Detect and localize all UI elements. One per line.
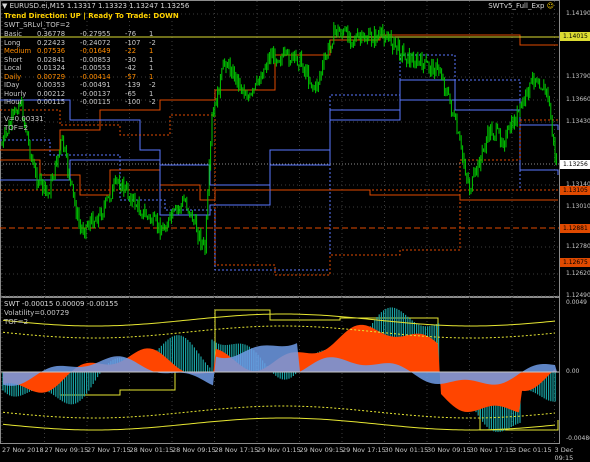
levels-cell-a: 0.07536 [37,47,65,56]
levels-cell-c: -57 [125,73,136,82]
levels-cell-name: IHour [4,98,22,107]
price-axis-label: 1.13430 [566,118,590,125]
levels-cell-b: -0.27955 [80,30,111,39]
levels-cell-c: -100 [125,98,140,107]
levels-cell-d: -2 [149,39,156,48]
levels-cell-c: -107 [125,39,140,48]
time-axis-label: 27 Nov 09:15 [45,446,89,454]
levels-cell-name: Hourly [4,90,26,99]
levels-cell-b: -0.00115 [80,98,111,107]
levels-cell-c: -65 [125,90,136,99]
levels-cell-c: -139 [125,81,140,90]
swt-indicator-plot [1,307,559,432]
price-tag: 1.12881 [560,224,590,233]
levels-cell-name: IDay [4,81,19,90]
time-axis-label: 28 Nov 09:15 [172,446,216,454]
time-axis-label: 30 Nov 17:15 [470,446,514,454]
price-axis-label: 1.13010 [566,203,590,210]
levels-cell-a: 0.01324 [37,64,65,73]
levels-cell-name: Medium [4,47,31,56]
collapse-triangle-icon[interactable]: ▼ [2,2,7,10]
time-axis-label: 3 Dec 09:15 [555,446,590,462]
price-axis-label: 1.13660 [566,96,590,103]
levels-cell-name: Daily [4,73,21,82]
indicator-axis-label: 0.0049 [566,299,587,306]
smiley-icon: ☺ [547,2,554,10]
time-axis-label: 28 Nov 01:15 [130,446,174,454]
price-axis-label: 1.13790 [566,73,590,80]
levels-cell-d: -2 [149,81,156,90]
levels-cell-a: 0.22423 [37,39,65,48]
indicator-tof: TOF=2 [4,318,28,326]
levels-cell-a: 0.00729 [37,73,65,82]
levels-cell-d: 1 [149,47,153,56]
price-tag: 1.13256 [560,160,590,169]
indicator-header: SWT -0.00015 0.00009 -0.00155 [4,300,118,308]
levels-cell-a: 0.00212 [37,90,65,99]
trend-status: Trend Direction: UP | Ready To Trade: DO… [4,12,179,20]
expert-advisor-label[interactable]: SWTv5_Full_Exp ☺ [488,2,554,10]
levels-cell-d: 1 [149,64,153,73]
tof-info: TOF=2 [4,124,28,132]
price-tag: 1.13105 [560,186,590,195]
levels-cell-name: Short [4,56,22,65]
levels-cell-a: 0.36778 [37,30,65,39]
time-axis-label: 3 Dec 01:15 [512,446,552,454]
indicator-axis-label: 0.00 [566,368,579,375]
levels-cell-b: -0.00491 [80,81,111,90]
price-axis-label: 1.12780 [566,243,590,250]
levels-cell-d: 1 [149,30,153,39]
levels-cell-name: Basic [4,30,22,39]
levels-cell-d: 1 [149,90,153,99]
levels-cell-name: Long [4,39,20,48]
levels-cell-a: 0.00115 [37,98,65,107]
time-axis-label: 28 Nov 17:15 [215,446,259,454]
price-axis-label: 1.14190 [566,10,590,17]
price-tag: 1.12675 [560,258,590,267]
levels-cell-d: -2 [149,98,156,107]
price-tag: 1.14015 [560,32,590,41]
time-axis-label: 27 Nov 17:15 [87,446,131,454]
price-axis-label: 1.12620 [566,270,590,277]
symbol-header: ▼ EURUSD.ei,M15 1.13317 1.13323 1.13247 … [2,2,189,10]
levels-cell-b: -0.01649 [80,47,111,56]
time-axis-label: 30 Nov 09:15 [427,446,471,454]
time-axis-label: 27 Nov 2018 [2,446,44,454]
levels-cell-b: -0.00853 [80,56,111,65]
levels-cell-name: Local [4,64,22,73]
levels-cell-b: -0.00414 [80,73,111,82]
levels-cell-d: 1 [149,73,153,82]
time-axis-label: 29 Nov 09:15 [300,446,344,454]
levels-cell-d: 1 [149,56,153,65]
time-axis-label: 29 Nov 17:15 [342,446,386,454]
levels-cell-a: 0.00353 [37,81,65,90]
levels-cell-b: -0.00553 [80,64,111,73]
levels-cell-a: 0.02841 [37,56,65,65]
indicator-axis-label: -0.00486 [566,435,590,442]
indicator-volatility: Volatility=0.00729 [4,309,69,317]
time-axis-label: 30 Nov 01:15 [385,446,429,454]
levels-cell-c: -30 [125,56,136,65]
levels-cell-b: -0.00137 [80,90,111,99]
levels-cell-c: -22 [125,47,136,56]
levels-cell-b: -0.24072 [80,39,111,48]
srl-title: SWT_SRLvl_TOF=2 [4,21,70,29]
v-info: V=0.00331 [4,115,44,123]
levels-cell-c: -76 [125,30,136,39]
levels-cell-c: -42 [125,64,136,73]
time-axis-label: 29 Nov 01:15 [257,446,301,454]
price-axis-label: 1.12490 [566,292,590,299]
